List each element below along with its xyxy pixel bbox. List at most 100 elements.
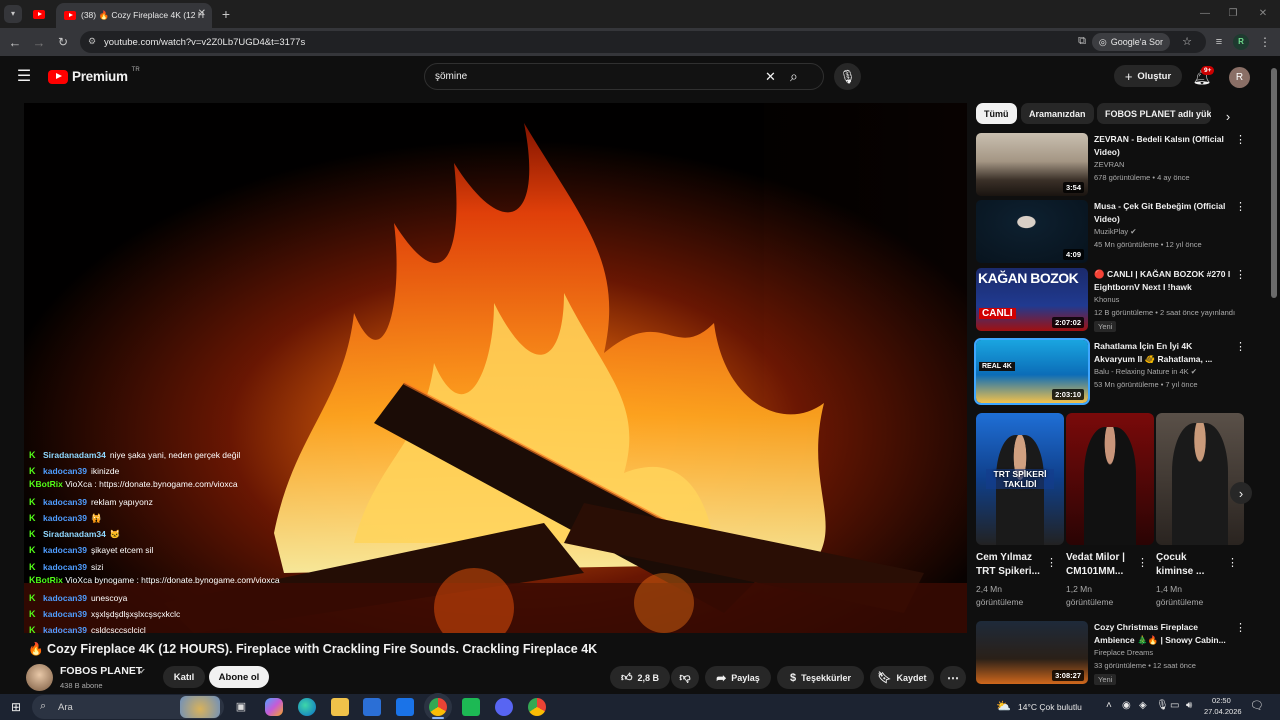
short-thumbnail[interactable] — [1066, 413, 1154, 545]
short-more-icon[interactable]: ⋮ — [1227, 556, 1238, 569]
app-green-icon[interactable] — [462, 698, 480, 716]
channel-name[interactable]: ZEVRAN — [1094, 160, 1124, 169]
channel-avatar[interactable] — [26, 664, 53, 691]
speaker-icon[interactable]: 🔊︎ — [1186, 700, 1192, 711]
file-explorer-icon[interactable] — [331, 698, 349, 716]
subscribe-button[interactable]: Abone ol — [209, 666, 269, 688]
profile-avatar[interactable]: R — [1233, 34, 1249, 50]
chip-all[interactable]: Tümü — [976, 103, 1017, 124]
microsoft-store-icon[interactable] — [363, 698, 381, 716]
join-button[interactable]: Katıl — [163, 666, 205, 688]
start-windows-icon[interactable]: ⊞ — [8, 699, 24, 715]
site-info-icon[interactable]: ⚙ — [88, 36, 96, 47]
restore-window-icon[interactable]: ❐ — [1224, 5, 1242, 23]
video-thumbnail[interactable]: 3:54 — [976, 133, 1088, 196]
page-scrollbar[interactable] — [1271, 60, 1277, 694]
scrollbar-thumb[interactable] — [1271, 68, 1277, 298]
clock-date[interactable]: 27.04.2026 — [1204, 707, 1242, 716]
short-thumbnail[interactable] — [1156, 413, 1244, 545]
recommended-video[interactable]: REAL 4K 2:03:10 Rahatlama İçin En İyi 4K A… — [974, 338, 1246, 405]
more-options-icon[interactable]: ⋮ — [1235, 621, 1246, 634]
reading-list-icon[interactable]: ≡ — [1210, 33, 1228, 51]
forward-arrow-icon[interactable]: → — [30, 33, 48, 51]
google-ask-button[interactable]: ◎ Google'a Sor — [1091, 33, 1170, 51]
video-title[interactable]: 🔴 CANLI | KAĞAN BOZOK #270 I EightbornV … — [1094, 268, 1234, 293]
short-more-icon[interactable]: ⋮ — [1046, 556, 1057, 569]
new-tab-button[interactable]: + — [217, 5, 235, 23]
discord-icon[interactable] — [495, 698, 513, 716]
close-window-icon[interactable]: ✕ — [1254, 5, 1272, 23]
weather-text[interactable]: 14°C Çok bulutlu — [1018, 702, 1082, 712]
mail-app-icon[interactable] — [396, 698, 414, 716]
notification-center-icon[interactable]: 🗨︎ — [1250, 699, 1264, 712]
hamburger-menu-icon[interactable]: ☰ — [14, 67, 34, 87]
clock-time[interactable]: 02:50 — [1212, 696, 1231, 705]
install-app-icon[interactable]: ⧉ — [1078, 35, 1086, 48]
chrome-icon[interactable] — [429, 698, 447, 716]
share-button[interactable]: ➦ Paylaş — [705, 666, 771, 689]
more-options-icon[interactable]: ⋮ — [1235, 200, 1246, 213]
short-title[interactable]: Vedat Milor | CM101MM... — [1066, 551, 1134, 579]
recommended-video[interactable]: 3:08:27 Cozy Christmas Fireplace Ambience… — [976, 621, 1246, 685]
pinned-youtube-tab[interactable] — [30, 6, 48, 22]
copilot-icon[interactable] — [265, 698, 283, 716]
short-thumbnail[interactable]: TRT SPİKERİ TAKLİDİ — [976, 413, 1064, 545]
create-button[interactable]: + Oluştur — [1114, 65, 1182, 87]
chip-from-search[interactable]: Aramanızdan — [1021, 103, 1094, 124]
tray-app-icon[interactable]: ◈ — [1139, 700, 1147, 711]
short-more-icon[interactable]: ⋮ — [1137, 556, 1148, 569]
channel-name[interactable]: MuzikPlay ✔ — [1094, 227, 1137, 236]
video-thumbnail[interactable]: REAL 4K 2:03:10 — [974, 338, 1090, 405]
video-title[interactable]: Musa - Çek Git Bebeğim (Official Video) — [1094, 200, 1234, 225]
channel-name[interactable]: Balu - Relaxing Nature in 4K ✔ — [1094, 367, 1197, 376]
more-options-icon[interactable]: ⋮ — [1235, 133, 1246, 146]
weather-icon[interactable]: ⛅ — [996, 699, 1011, 713]
more-actions-button[interactable]: ⋯ — [940, 666, 966, 689]
save-button[interactable]: 🔖︎ Kaydet — [870, 666, 934, 689]
clear-search-icon[interactable]: ✕ — [765, 69, 776, 85]
search-button[interactable]: ⌕ — [790, 68, 798, 85]
shorts-next-arrow-icon[interactable]: › — [1230, 482, 1252, 504]
chrome-profile-icon[interactable] — [528, 698, 546, 716]
account-avatar[interactable]: R — [1229, 67, 1250, 88]
youtube-logo[interactable]: Premium TR — [48, 67, 140, 84]
short-title[interactable]: Çocuk kiminse ... — [1156, 551, 1224, 579]
chips-next-arrow-icon[interactable]: › — [1220, 108, 1236, 124]
video-thumbnail[interactable]: 3:08:27 — [976, 621, 1088, 684]
dislike-button[interactable]: 👎︎ — [671, 666, 699, 689]
video-title[interactable]: Cozy Christmas Fireplace Ambience 🎄🔥 | S… — [1094, 621, 1234, 646]
taskbar-search[interactable]: ⌕ Ara — [32, 695, 224, 719]
recommended-video[interactable]: 3:54 ZEVRAN - Bedeli Kalsın (Official Vid… — [976, 133, 1246, 197]
video-thumbnail[interactable]: KAĞAN BOZOK CANLI 2:07:02 — [976, 268, 1088, 331]
more-options-icon[interactable]: ⋮ — [1235, 340, 1246, 353]
back-arrow-icon[interactable]: ← — [6, 33, 24, 51]
bookmark-star-icon[interactable]: ☆ — [1182, 35, 1192, 48]
minimize-window-icon[interactable]: — — [1196, 5, 1214, 23]
reload-icon[interactable]: ↻ — [54, 33, 72, 51]
video-title[interactable]: ZEVRAN - Bedeli Kalsın (Official Video) — [1094, 133, 1234, 158]
recommended-video[interactable]: KAĞAN BOZOK CANLI 2:07:02 🔴 CANLI | KAĞAN B… — [976, 268, 1246, 332]
search-input[interactable]: şömine — [435, 71, 467, 82]
video-thumbnail[interactable]: 4:09 — [976, 200, 1088, 263]
recommended-video[interactable]: 4:09 Musa - Çek Git Bebeğim (Official Vid… — [976, 200, 1246, 264]
more-options-icon[interactable]: ⋮ — [1235, 268, 1246, 281]
microphone-icon[interactable]: 🎙 — [1156, 700, 1169, 711]
tray-overflow-icon[interactable]: ˄ — [1106, 700, 1112, 711]
voice-search-icon[interactable]: 🎙 — [834, 63, 861, 90]
channel-name[interactable]: Fireplace Dreams — [1094, 648, 1153, 657]
video-player[interactable]: K Siradanadam34 niye şaka yani, neden ger… — [24, 103, 967, 633]
channel-name[interactable]: FOBOS PLANET — [60, 665, 142, 677]
tab-search-icon[interactable]: ▾ — [4, 5, 22, 23]
chip-channel[interactable]: FOBOS PLANET adlı yük — [1097, 103, 1211, 124]
short-title[interactable]: Cem Yılmaz TRT Spikeri... — [976, 551, 1044, 579]
tray-app-icon[interactable]: ◉ — [1122, 700, 1131, 711]
thanks-button[interactable]: $ Teşekkürler — [777, 666, 864, 689]
like-button[interactable]: 👍︎ 2,8 B — [610, 666, 670, 689]
network-icon[interactable]: ▭ — [1170, 700, 1179, 711]
tab-close-icon[interactable]: ✕ — [198, 8, 206, 19]
browser-menu-icon[interactable]: ⋮ — [1256, 33, 1274, 51]
tab-active[interactable]: (38) 🔥 Cozy Fireplace 4K (12 H ✕ — [56, 3, 212, 28]
address-bar[interactable]: ⚙ youtube.com/watch?v=v2Z0Lb7UGD4&t=3177… — [80, 31, 1206, 53]
channel-name[interactable]: Khonus — [1094, 295, 1119, 304]
video-title[interactable]: Rahatlama İçin En İyi 4K Akvaryum II 🐠 R… — [1094, 340, 1234, 365]
